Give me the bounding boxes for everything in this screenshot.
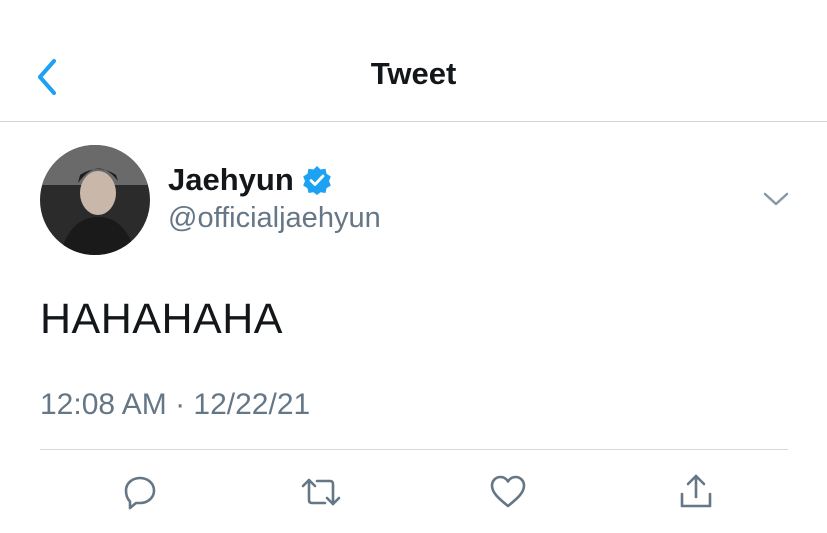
page-title: Tweet [370, 56, 457, 91]
like-button[interactable] [486, 470, 530, 514]
reply-button[interactable] [118, 470, 162, 514]
retweet-icon [301, 478, 341, 506]
avatar[interactable] [40, 145, 150, 255]
verified-badge-icon [302, 166, 331, 195]
header-bar: Tweet [0, 0, 827, 122]
author-handle[interactable]: @officialjaehyun [168, 202, 381, 235]
more-options-button[interactable] [760, 186, 792, 212]
author-row: Jaehyun [168, 162, 332, 198]
share-icon [680, 474, 712, 508]
reply-icon [124, 476, 156, 510]
share-button[interactable] [674, 470, 718, 514]
like-icon [490, 475, 526, 508]
retweet-button[interactable] [299, 470, 343, 514]
author-name[interactable]: Jaehyun [168, 162, 294, 198]
divider [40, 449, 788, 450]
tweet-text: HAHAHAHA [40, 295, 283, 343]
tweet-timestamp[interactable]: 12:08 AM · 12/22/21 [40, 388, 310, 422]
avatar-image [40, 145, 150, 255]
chevron-down-icon [763, 192, 789, 206]
